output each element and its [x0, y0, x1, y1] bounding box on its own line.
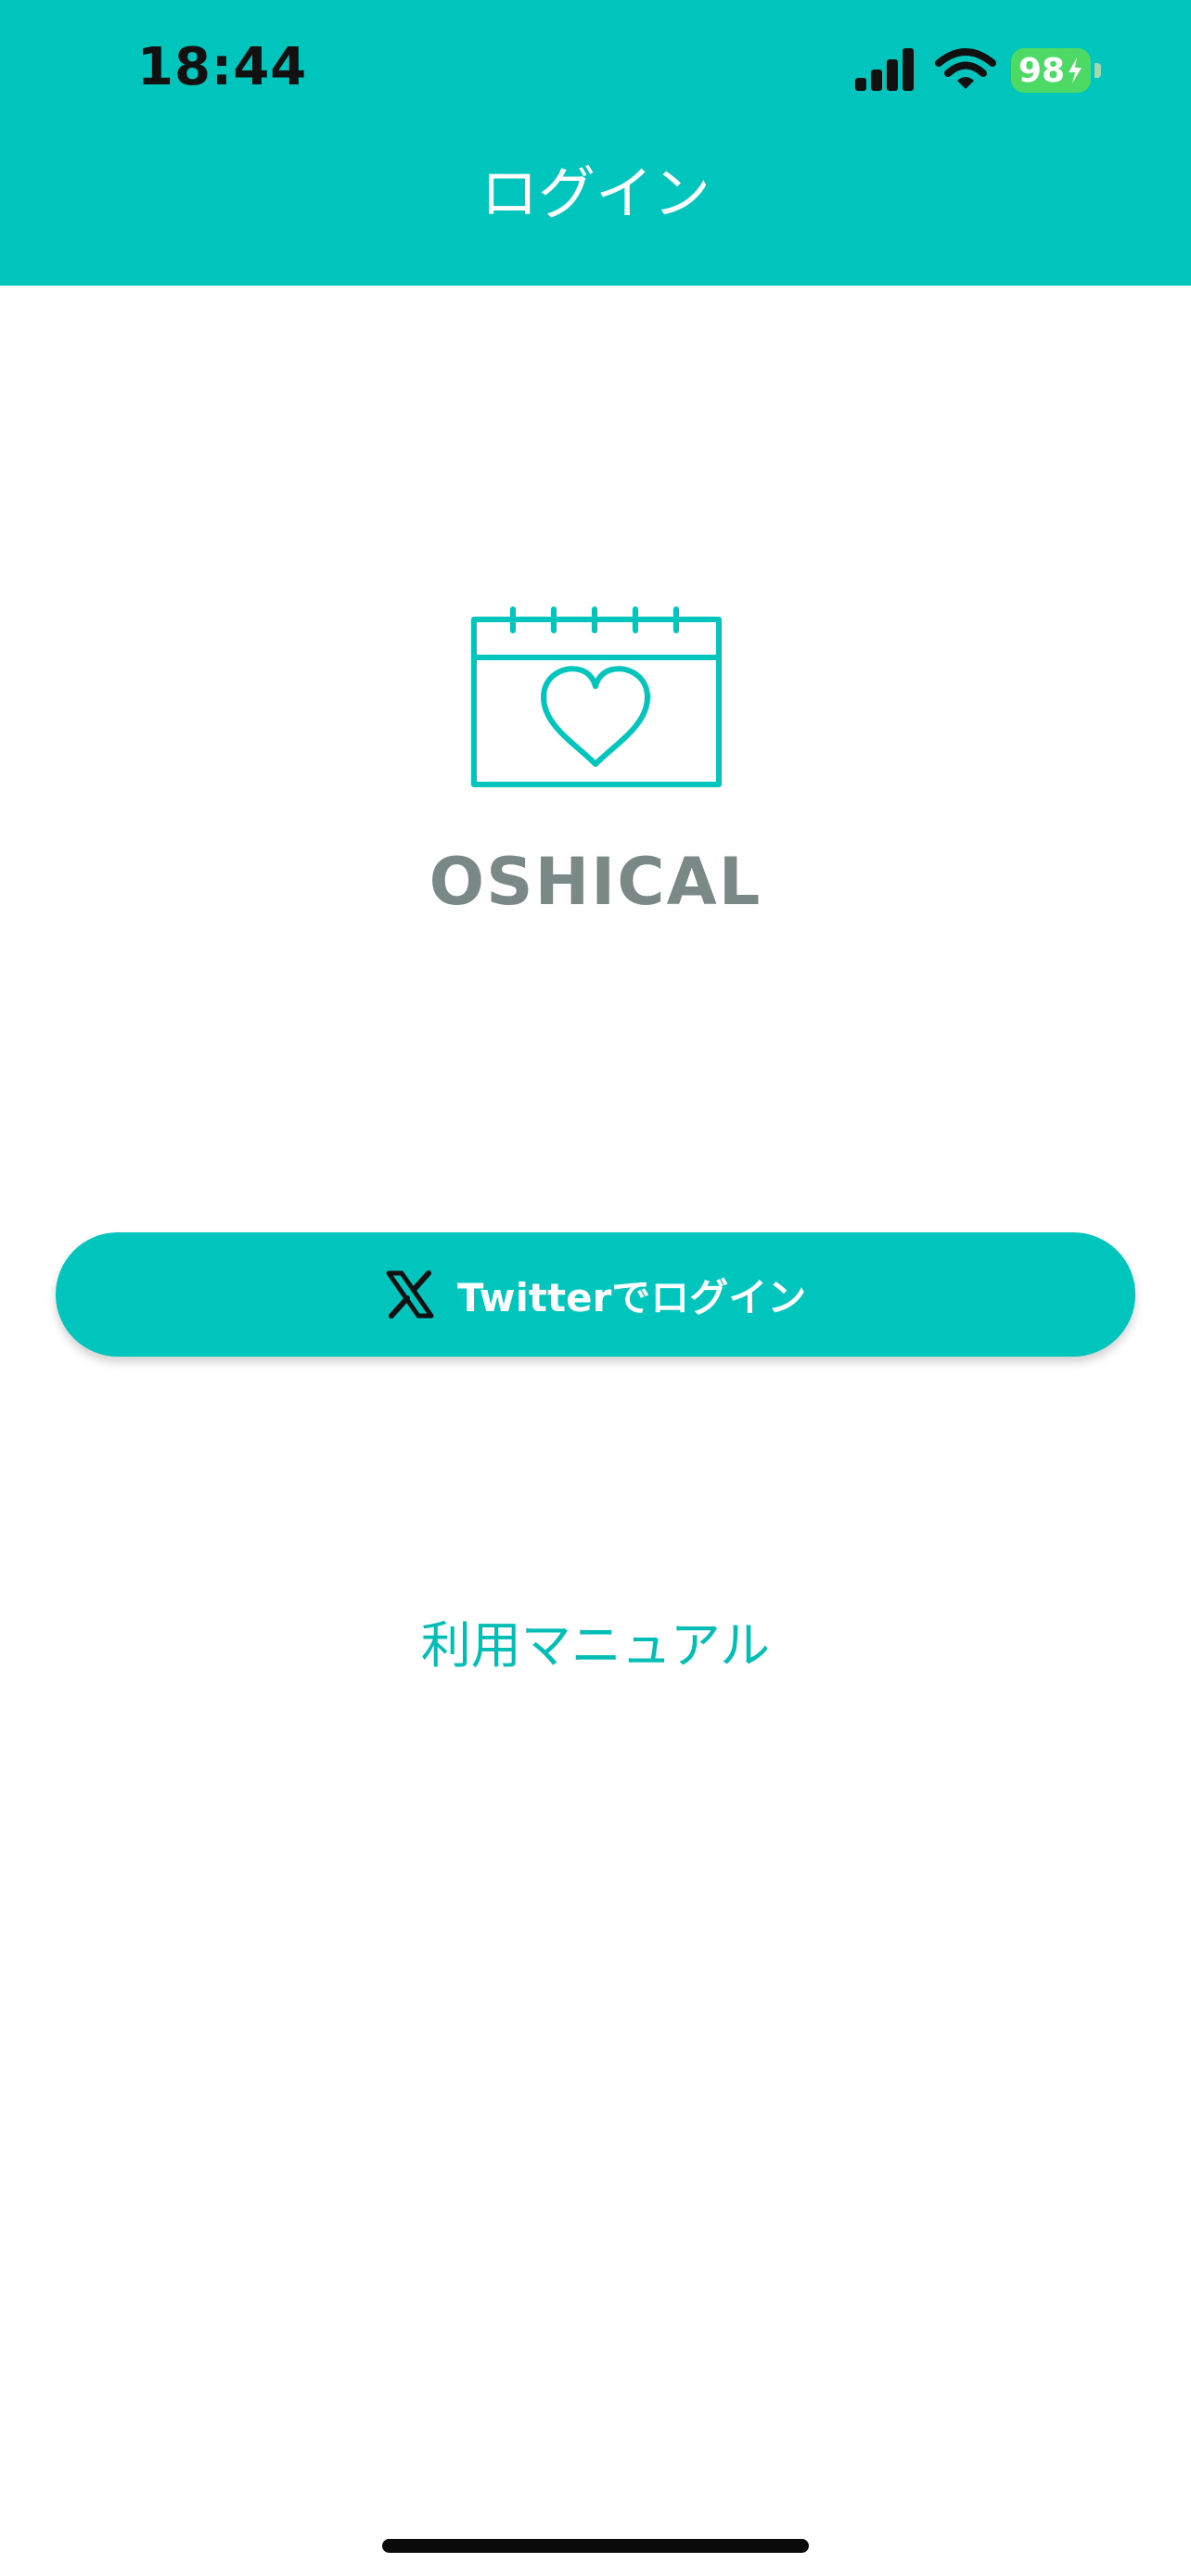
status-time: 18:44	[137, 37, 308, 97]
logo	[464, 605, 727, 799]
page-title: ログイン	[480, 159, 711, 227]
twitter-login-button[interactable]: Twitterでログイン	[56, 1232, 1135, 1357]
status-icons: 98	[853, 46, 1104, 98]
user-manual-link[interactable]: 利用マニュアル	[0, 1604, 1191, 1677]
battery-cap	[1095, 63, 1101, 78]
brand-name: OSHICAL	[429, 844, 762, 920]
battery-charging-icon: 98	[1011, 48, 1104, 93]
header-bar: 18:44 98 ログイン	[0, 0, 1191, 286]
cellular-signal-icon	[855, 48, 914, 91]
home-indicator[interactable]	[382, 2539, 809, 2553]
wifi-icon	[935, 48, 996, 89]
battery-level: 98	[1011, 48, 1091, 93]
x-logo-icon	[386, 1270, 434, 1319]
charging-bolt-icon	[1069, 57, 1082, 83]
twitter-login-label: Twitterでログイン	[456, 1274, 807, 1320]
calendar-heart-icon	[471, 606, 722, 787]
